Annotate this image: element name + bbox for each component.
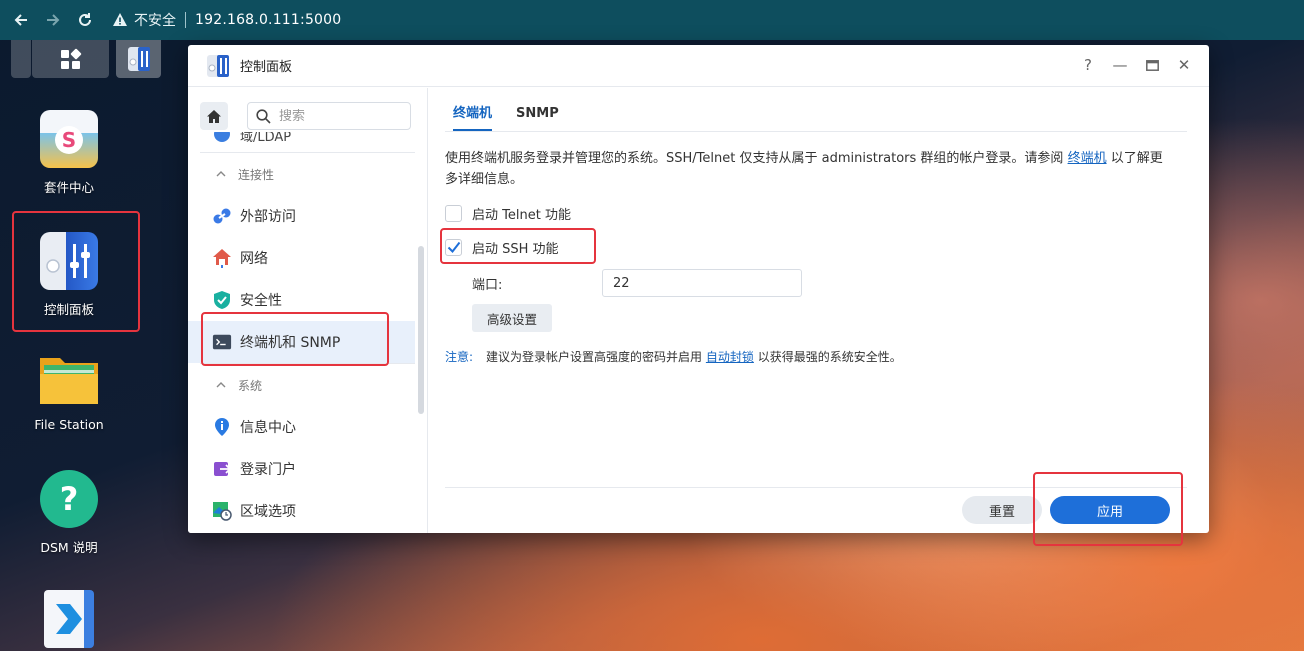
sidebar-item-ldap[interactable]: 域/LDAP: [188, 132, 427, 152]
help-icon: ?: [40, 470, 98, 528]
desktop-dsm-help[interactable]: ? DSM 说明: [14, 470, 124, 556]
sidebar-item-label: 区域选项: [240, 504, 296, 520]
highlight-apply-button: [1033, 472, 1183, 546]
home-icon: [207, 109, 221, 123]
terminal-help-link[interactable]: 终端机: [1068, 151, 1107, 166]
section-title: 连接性: [238, 167, 275, 182]
main-panel: 终端机 SNMP 使用终端机服务登录并管理您的系统。SSH/Telnet 仅支持…: [445, 88, 1209, 533]
security-label: 不安全: [134, 13, 176, 29]
maximize-button[interactable]: [1143, 56, 1161, 74]
maximize-icon: [1145, 59, 1159, 71]
desc-text: 使用终端机服务登录并管理您的系统。SSH/Telnet 仅支持从属于 admin…: [445, 151, 1068, 166]
package-center-icon: S: [40, 110, 98, 168]
control-panel-icon: [40, 232, 98, 290]
terminal-description: 使用终端机服务登录并管理您的系统。SSH/Telnet 仅支持从属于 admin…: [445, 148, 1175, 190]
back-button[interactable]: [10, 9, 32, 31]
auto-block-link[interactable]: 自动封锁: [706, 350, 754, 364]
folder-icon: [40, 350, 98, 408]
reload-button[interactable]: [74, 9, 96, 31]
desktop-package-center[interactable]: S 套件中心: [14, 110, 124, 196]
control-panel-window: 控制面板 ? — ✕ 域/LDAP 连接性: [188, 45, 1209, 533]
highlight-terminal-snmp: [201, 312, 389, 366]
telnet-checkbox[interactable]: [445, 204, 462, 222]
login-portal-icon: [214, 462, 232, 476]
port-input[interactable]: [602, 269, 802, 297]
tab-snmp[interactable]: SNMP: [516, 106, 559, 131]
sidebar-item-external-access[interactable]: 外部访问: [188, 195, 415, 237]
grid-icon: [61, 47, 82, 69]
tab-bar: 终端机 SNMP: [445, 88, 1187, 132]
address-divider: [185, 12, 186, 28]
search-input[interactable]: [279, 108, 399, 124]
arrow-left-icon: [14, 14, 27, 26]
section-connectivity[interactable]: 连接性: [188, 153, 427, 195]
desktop-label: File Station: [34, 417, 104, 432]
note-label: 注意:: [445, 350, 474, 364]
reset-button[interactable]: 重置: [962, 496, 1042, 524]
sidebar-item-label: 网络: [240, 251, 268, 267]
close-button[interactable]: ✕: [1175, 56, 1193, 74]
desktop-control-panel[interactable]: 控制面板: [14, 232, 124, 318]
section-system[interactable]: 系统: [188, 364, 427, 406]
sidebar-item-network[interactable]: 网络: [188, 237, 415, 279]
sidebar-item-label: 外部访问: [240, 209, 296, 225]
chevron-up-icon: [216, 171, 226, 177]
note-text: 建议为登录帐户设置高强度的密码并启用: [486, 350, 706, 364]
taskbar-control-panel[interactable]: [116, 40, 161, 78]
sidebar-item-label: 域/LDAP: [240, 132, 292, 145]
address-bar[interactable]: 不安全 192.168.0.111:5000: [112, 10, 341, 30]
tab-terminal[interactable]: 终端机: [453, 102, 493, 131]
sidebar-scrollbar[interactable]: [418, 246, 424, 414]
domain-icon: [214, 132, 230, 142]
search-icon: [256, 108, 271, 124]
minimize-button[interactable]: —: [1111, 56, 1129, 74]
warning-icon: [113, 13, 127, 26]
desktop-app-5[interactable]: [14, 590, 124, 648]
sidebar-item-label: 信息中心: [240, 420, 296, 436]
browser-toolbar: 不安全 192.168.0.111:5000: [0, 0, 1304, 40]
external-access-icon: [213, 208, 231, 224]
chevron-up-icon: [216, 382, 226, 388]
sidebar-item-label: 登录门户: [240, 462, 296, 478]
info-pin-icon: [215, 418, 229, 436]
window-title: 控制面板: [240, 60, 293, 75]
shield-icon: [214, 291, 230, 309]
highlight-ssh-option: [440, 228, 596, 264]
desktop-label: 控制面板: [43, 302, 94, 317]
port-row: 端口:: [445, 268, 1209, 298]
port-label: 端口:: [472, 277, 503, 293]
network-icon: [213, 249, 231, 268]
advanced-settings-button[interactable]: 高级设置: [472, 304, 552, 332]
note-text-end: 以获得最强的系统安全性。: [753, 350, 902, 364]
sidebar-item-info-center[interactable]: 信息中心: [188, 406, 415, 448]
arrow-right-icon: [47, 14, 60, 26]
url-text: 192.168.0.111:5000: [195, 12, 342, 28]
window-controls: ? — ✕: [1079, 56, 1193, 74]
telnet-label: 启动 Telnet 功能: [472, 207, 571, 223]
control-panel-icon: [207, 54, 229, 77]
document-app-icon: [44, 590, 94, 648]
svg-text:?: ?: [60, 480, 79, 518]
taskbar-edge: [11, 40, 31, 78]
window-titlebar: 控制面板: [188, 45, 1209, 87]
sidebar-item-label: 安全性: [240, 293, 282, 309]
desktop-file-station[interactable]: File Station: [14, 350, 124, 432]
control-panel-icon: [127, 47, 150, 71]
reload-icon: [79, 13, 91, 26]
sidebar-item-login-portal[interactable]: 登录门户: [188, 448, 415, 490]
forward-button[interactable]: [42, 9, 64, 31]
regional-options-icon: [213, 502, 232, 521]
home-button[interactable]: [200, 102, 228, 130]
telnet-option[interactable]: 启动 Telnet 功能: [445, 196, 1209, 230]
main-menu-button[interactable]: [32, 40, 109, 78]
desktop-label: DSM 说明: [40, 540, 98, 555]
section-title: 系统: [238, 378, 263, 393]
help-button[interactable]: ?: [1079, 56, 1097, 74]
security-note: 注意: 建议为登录帐户设置高强度的密码并启用 自动封锁 以获得最强的系统安全性。: [445, 348, 1209, 365]
desktop-label: 套件中心: [43, 180, 94, 195]
sidebar: 域/LDAP 连接性 外部访问 网络 安全性 终端机和 SNMP 系统: [188, 88, 428, 533]
sidebar-item-regional-options[interactable]: 区域选项: [188, 490, 415, 532]
svg-text:S: S: [62, 128, 76, 152]
search-box[interactable]: [247, 102, 411, 130]
